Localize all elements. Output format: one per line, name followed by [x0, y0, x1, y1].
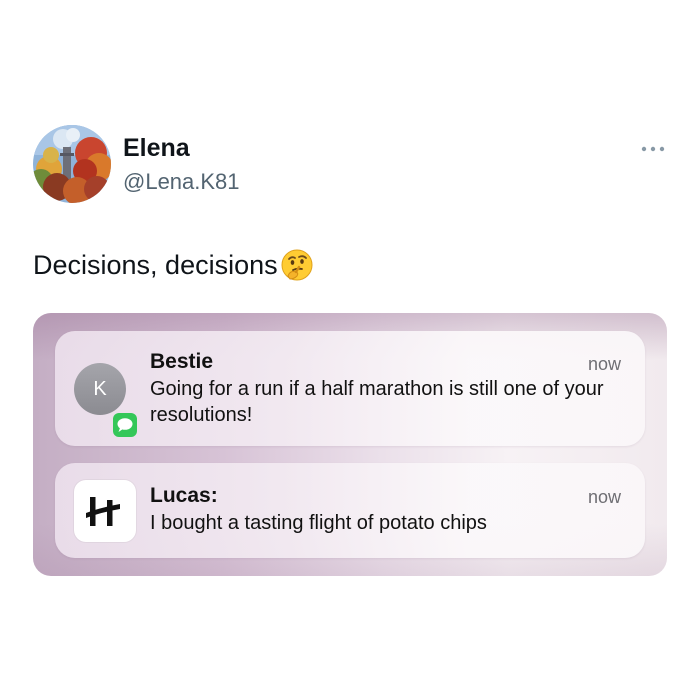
- notification-message: I bought a tasting flight of potato chip…: [150, 512, 487, 534]
- tweet-card: Elena @Lena.K81 Decisions, decisions K B…: [0, 0, 700, 700]
- notification-time: now: [587, 354, 621, 374]
- contact-avatar-letter: K: [93, 378, 107, 400]
- messages-app-icon: [113, 413, 137, 437]
- notification-time: now: [587, 487, 621, 507]
- notification-sender: Bestie: [150, 350, 214, 373]
- hinge-app-icon: [74, 480, 136, 542]
- author-name[interactable]: Elena: [123, 133, 190, 163]
- contact-avatar: K: [74, 363, 126, 415]
- embedded-screenshot: K Bestie now Going for a run if a half m…: [33, 313, 667, 576]
- thinking-face-emoji-icon: [280, 248, 314, 282]
- notification-bestie[interactable]: K Bestie now Going for a run if a half m…: [55, 331, 645, 446]
- tweet-text-content: Decisions, decisions: [33, 250, 278, 280]
- author-handle[interactable]: @Lena.K81: [123, 168, 240, 196]
- notification-lucas[interactable]: Lucas: now I bought a tasting flight of …: [55, 463, 645, 558]
- more-options-icon[interactable]: [640, 140, 666, 158]
- notification-sender: Lucas:: [150, 484, 218, 507]
- tweet-text: Decisions, decisions: [33, 248, 314, 282]
- avatar-photo: [33, 125, 111, 203]
- author-avatar[interactable]: [33, 125, 111, 203]
- notification-message: Going for a run if a half marathon is st…: [150, 378, 604, 426]
